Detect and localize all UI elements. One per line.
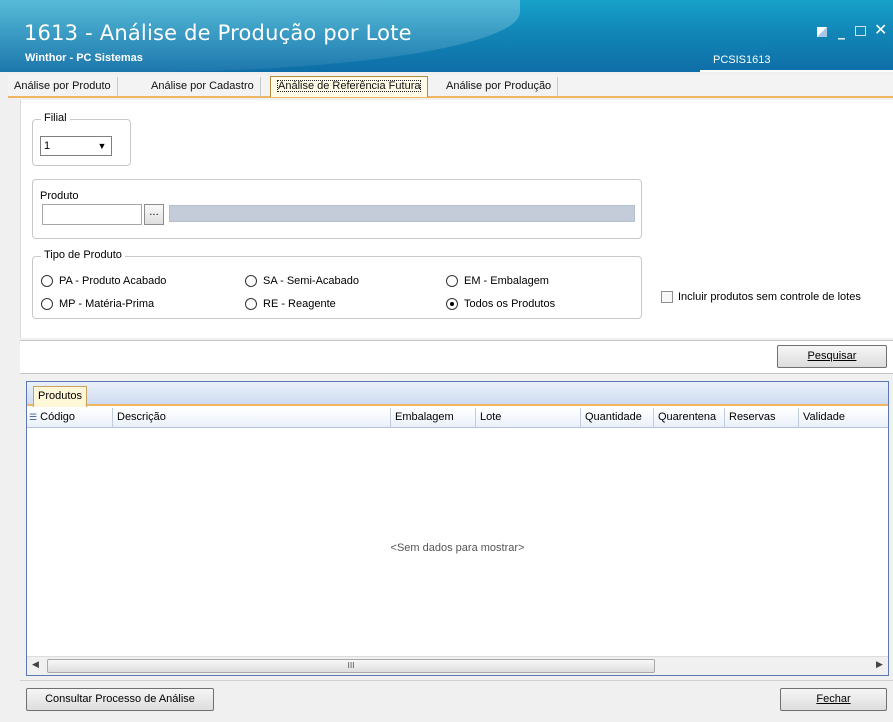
radio-selected-icon xyxy=(446,298,458,310)
filial-legend: Filial xyxy=(41,112,70,124)
restore-icon[interactable] xyxy=(817,27,827,37)
radio-label: EM - Embalagem xyxy=(464,275,549,287)
radio-circle-icon xyxy=(245,298,257,310)
consultar-processo-button[interactable]: Consultar Processo de Análise xyxy=(26,688,214,711)
maximize-icon[interactable] xyxy=(855,26,866,36)
scroll-grip: III xyxy=(347,661,355,670)
checkbox-label: Incluir produtos sem controle de lotes xyxy=(678,291,861,303)
tab-produtos[interactable]: Produtos xyxy=(33,386,88,407)
filial-group: Filial 1 ▼ xyxy=(32,112,131,166)
close-icon[interactable]: ✕ xyxy=(874,20,887,39)
bottom-bar: Consultar Processo de Análise Fechar xyxy=(20,680,893,722)
radio-circle-icon xyxy=(446,275,458,287)
radio-circle-icon xyxy=(245,275,257,287)
produto-description-field xyxy=(169,205,635,222)
produto-group: Produto ... xyxy=(32,179,642,239)
column-header-reservas[interactable]: Reservas xyxy=(725,408,799,428)
checkbox-icon xyxy=(661,291,673,303)
grid-header: ☰ Código Descrição Embalagem Lote Quanti… xyxy=(27,408,888,428)
pesquisar-label: Pesquisar xyxy=(807,350,857,362)
column-header-descricao[interactable]: Descrição xyxy=(113,408,391,428)
radio-label: SA - Semi-Acabado xyxy=(263,275,359,287)
window-title: 1613 - Análise de Produção por Lote xyxy=(24,21,412,45)
tipo-produto-group: Tipo de Produto PA - Produto Acabado SA … xyxy=(32,249,642,319)
incluir-sem-lotes-checkbox[interactable]: Incluir produtos sem controle de lotes xyxy=(661,291,861,303)
column-header-codigo[interactable]: ☰ Código xyxy=(27,408,113,428)
tab-analise-por-cadastro[interactable]: Análise por Cadastro xyxy=(145,77,261,97)
radio-mp[interactable]: MP - Matéria-Prima xyxy=(41,298,154,310)
radio-sa[interactable]: SA - Semi-Acabado xyxy=(245,275,359,287)
tab-label: Análise de Referência Futura xyxy=(277,80,422,92)
radio-label: RE - Reagente xyxy=(263,298,336,310)
minimize-icon[interactable]: _ xyxy=(838,24,845,40)
radio-label: Todos os Produtos xyxy=(464,298,556,310)
horizontal-scrollbar[interactable]: ◀ III ▶ xyxy=(27,656,888,675)
produto-label: Produto xyxy=(40,190,79,202)
fechar-label: Fechar xyxy=(816,693,851,705)
chevron-down-icon[interactable]: ▼ xyxy=(94,138,110,154)
program-code-underline xyxy=(700,70,893,72)
produto-code-input[interactable] xyxy=(42,204,142,225)
filter-panel: Filial 1 ▼ Produto ... Tipo de Produto P… xyxy=(20,100,893,338)
radio-circle-icon xyxy=(41,298,53,310)
column-header-quantidade[interactable]: Quantidade xyxy=(581,408,654,428)
scroll-right-icon[interactable]: ▶ xyxy=(876,660,883,670)
radio-re[interactable]: RE - Reagente xyxy=(245,298,336,310)
filial-select[interactable]: 1 ▼ xyxy=(40,136,112,156)
produto-lookup-button[interactable]: ... xyxy=(144,204,164,225)
results-grid-panel: Produtos ☰ Código Descrição Embalagem Lo… xyxy=(26,381,889,676)
empty-grid-message: <Sem dados para mostrar> xyxy=(390,542,525,554)
fechar-button[interactable]: Fechar xyxy=(780,688,887,711)
scroll-left-icon[interactable]: ◀ xyxy=(32,660,39,670)
window-subtitle: Winthor - PC Sistemas xyxy=(25,52,143,64)
search-bar: Pesquisar xyxy=(20,340,893,374)
column-header-embalagem[interactable]: Embalagem xyxy=(391,408,476,428)
column-label: Código xyxy=(40,411,75,423)
radio-circle-icon xyxy=(41,275,53,287)
tab-analise-por-producao[interactable]: Análise por Produção xyxy=(440,77,559,97)
scrollbar-thumb[interactable]: III xyxy=(47,659,655,673)
radio-todos[interactable]: Todos os Produtos xyxy=(446,298,555,310)
radio-em[interactable]: EM - Embalagem xyxy=(446,275,549,287)
grid-tab-bar: Produtos xyxy=(27,382,888,407)
filial-value: 1 xyxy=(44,140,51,152)
tipo-produto-legend: Tipo de Produto xyxy=(41,249,125,261)
app-window: 1613 - Análise de Produção por Lote Wint… xyxy=(0,0,893,722)
tab-analise-referencia-futura[interactable]: Análise de Referência Futura xyxy=(270,76,429,97)
title-bar: 1613 - Análise de Produção por Lote Wint… xyxy=(0,0,893,72)
column-header-lote[interactable]: Lote xyxy=(476,408,581,428)
column-header-quarentena[interactable]: Quarentena xyxy=(654,408,725,428)
radio-pa[interactable]: PA - Produto Acabado xyxy=(41,275,166,287)
column-chooser-icon[interactable]: ☰ xyxy=(29,412,37,422)
main-tabs: Análise por Produto Análise por Cadastro… xyxy=(8,75,893,98)
pesquisar-button[interactable]: Pesquisar xyxy=(777,345,887,368)
radio-label: MP - Matéria-Prima xyxy=(59,298,155,310)
column-header-validade[interactable]: Validade xyxy=(799,408,888,428)
radio-label: PA - Produto Acabado xyxy=(59,275,167,287)
program-code: PCSIS1613 xyxy=(713,54,771,66)
tab-analise-por-produto[interactable]: Análise por Produto xyxy=(8,77,118,97)
